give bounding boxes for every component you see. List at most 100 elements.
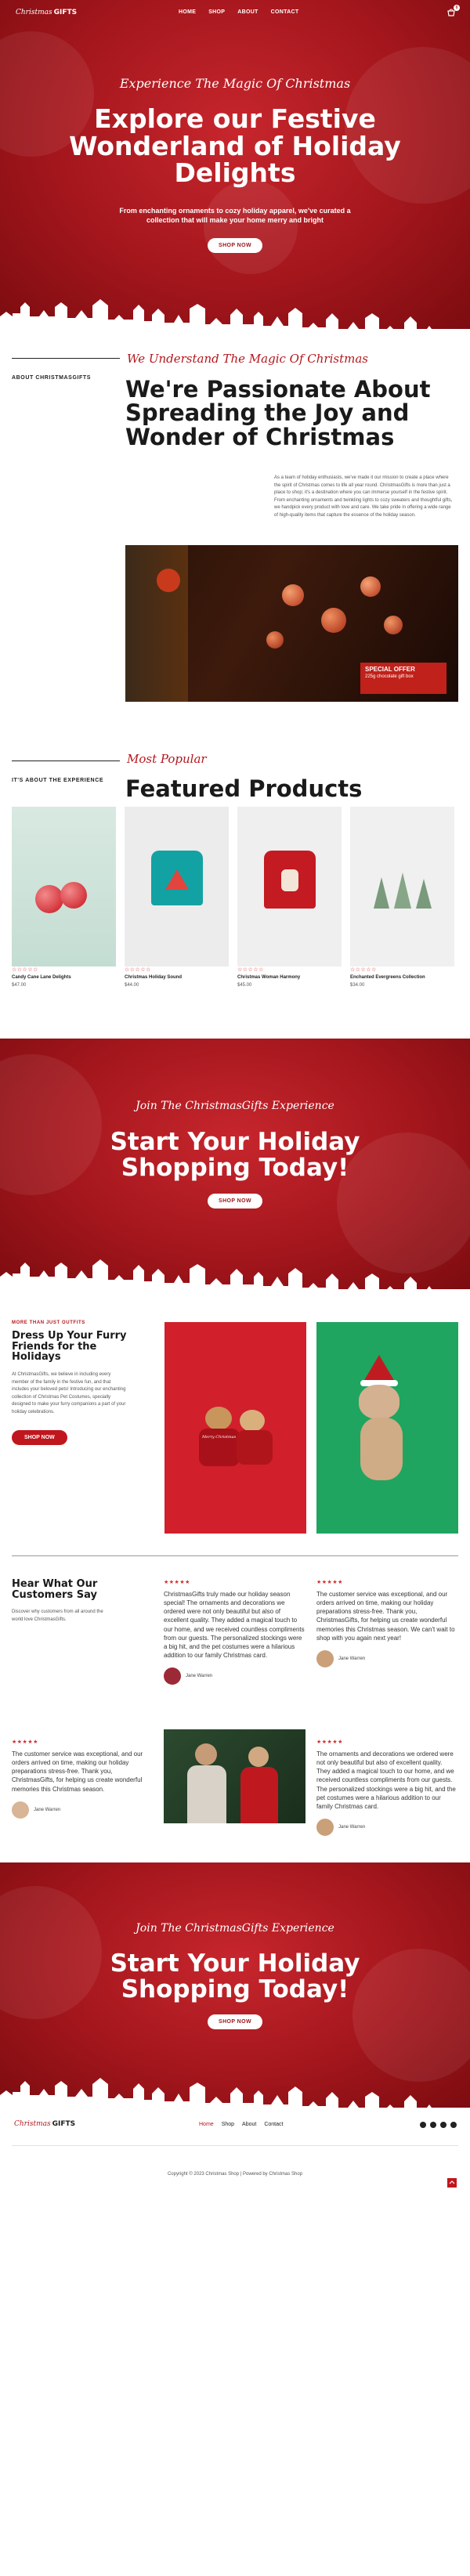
testimonial-author: Jane Warren [164,1667,305,1685]
testimonials-section: Hear What Our Customers Say Discover why… [0,1555,470,1862]
footer-nav-contact[interactable]: Contact [264,2122,283,2127]
pets-title-line-3: Holidays [12,1351,61,1364]
avatar [164,1667,181,1685]
featured-kicker: Most Popular [127,752,207,766]
pets-shop-now-button[interactable]: SHOP NOW [12,1430,67,1445]
product-card[interactable]: ☆☆☆☆☆ Candy Cane Lane Delights $47.00 [12,807,116,988]
pets-title-line-1: Dress Up Your Furry [12,1330,127,1342]
nav-contact[interactable]: CONTACT [271,9,299,15]
nav-shop[interactable]: SHOP [208,9,225,15]
hero-subtitle-line-1: From enchanting ornaments to cozy holida… [119,207,351,215]
logo-bold: GIFTS [53,9,78,16]
site-logo[interactable]: Christmas GIFTS [16,9,77,16]
product-price: $44.00 [125,983,139,988]
hero-title: Explore our Festive Wonderland of Holida… [0,103,470,189]
testimonial-text: The customer service was exceptional, an… [12,1750,143,1793]
product-price: $34.00 [350,983,365,988]
featured-title: Featured Products [125,775,363,802]
youtube-icon[interactable] [450,2122,457,2128]
author-name: Jane Warren [34,1807,61,1812]
twitter-icon[interactable] [440,2122,446,2128]
footer-nav-about[interactable]: About [242,2122,256,2127]
pet-sweater-text: Merry Christmas [199,1429,240,1466]
hero-subtitle: From enchanting ornaments to cozy holida… [0,207,470,225]
logo-script: Christmas [16,9,52,16]
footer-logo[interactable]: Christmas GIFTS [14,2120,75,2128]
pets-label: MORE THAN JUST OUTFITS [12,1321,85,1325]
cta-title-line-2: Shopping Today! [121,1974,349,2003]
scroll-top-button[interactable] [447,2178,457,2188]
pets-section: MORE THAN JUST OUTFITS Dress Up Your Fur… [0,1289,470,1555]
product-image[interactable] [125,807,229,966]
author-name: Jane Warren [186,1674,213,1679]
hero-title-line-1: Explore our Festive [94,103,376,134]
about-kicker: We Understand The Magic Of Christmas [127,352,368,366]
facebook-icon[interactable] [420,2122,426,2128]
cta-kicker: Join The ChristmasGifts Experience [136,1922,334,1935]
logo-bold: GIFTS [52,2120,76,2128]
product-price: $47.00 [12,983,27,988]
cart-count: 0 [454,5,460,11]
product-image[interactable] [12,807,116,966]
product-name[interactable]: Christmas Woman Harmony [237,975,342,981]
testimonial-card: ★★★★★ The customer service was exception… [12,1739,153,1819]
testimonial-stars: ★★★★★ [164,1580,190,1585]
copyright: Copyright © 2023 Christmas Shop | Powere… [167,2172,303,2177]
about-image: SPECIAL OFFER 225g chocolate gift box [125,545,458,702]
cta-title: Start Your Holiday Shopping Today! [0,1951,470,2002]
product-price: $45.00 [237,983,252,988]
cart-button[interactable]: 0 [446,5,460,17]
testimonials-title-line-2: Customers Say [12,1588,97,1601]
about-title: We're Passionate About Spreading the Joy… [125,376,431,450]
product-name[interactable]: Christmas Holiday Sound [125,975,229,981]
cta-shop-now-button[interactable]: SHOP NOW [208,1194,262,1209]
town-silhouette [0,299,442,329]
footer-nav-shop[interactable]: Shop [222,2122,234,2127]
nav-home[interactable]: HOME [179,9,196,15]
cta-section: Join The ChristmasGifts Experience Start… [0,1039,470,1289]
testimonials-title: Hear What Our Customers Say [12,1579,97,1600]
author-name: Jane Warren [338,1656,366,1661]
social-links [420,2122,457,2128]
cta-kicker: Join The ChristmasGifts Experience [136,1100,334,1112]
hero-subtitle-line-2: collection that will make your home merr… [146,215,324,224]
logo-script: Christmas [14,2120,51,2128]
hero-section: Christmas GIFTS HOME SHOP ABOUT CONTACT … [0,0,470,329]
cta-title-line-1: Start Your Holiday [110,1949,360,1978]
testimonial-card: ★★★★★ The customer service was exception… [316,1579,457,1667]
testimonial-card: ★★★★★ ChristmasGifts truly made our holi… [164,1579,305,1685]
featured-label: IT'S ABOUT THE EXPERIENCE [12,778,104,783]
testimonials-title-line-1: Hear What Our [12,1578,98,1590]
pet-image-dogs: Merry Christmas [164,1322,306,1534]
about-label: ABOUT CHRISTMASGIFTS [12,375,92,381]
pet-image-bulldog [316,1322,458,1534]
product-image[interactable] [237,807,342,966]
top-nav: Christmas GIFTS HOME SHOP ABOUT CONTACT … [0,0,470,27]
product-name[interactable]: Candy Cane Lane Delights [12,975,116,981]
product-name[interactable]: Enchanted Evergreens Collection [350,975,454,981]
instagram-icon[interactable] [430,2122,436,2128]
hero-title-line-3: Delights [174,157,296,189]
about-title-line-1: We're Passionate About [125,376,431,403]
testimonial-author: Jane Warren [316,1819,457,1837]
testimonial-stars: ★★★★★ [316,1580,343,1585]
product-card[interactable]: ☆☆☆☆☆ Enchanted Evergreens Collection $3… [350,807,454,988]
hero-kicker: Experience The Magic Of Christmas [119,76,351,91]
avatar [316,1819,334,1837]
product-card[interactable]: ☆☆☆☆☆ Christmas Holiday Sound $44.00 [125,807,229,988]
footer: Christmas GIFTS Home Shop About Contact … [0,2108,470,2195]
footer-nav-home[interactable]: Home [199,2122,214,2127]
testimonial-card: ★★★★★ The ornaments and decorations we o… [316,1739,457,1837]
hero-shop-now-button[interactable]: SHOP NOW [208,238,262,253]
product-rating: ☆☆☆☆☆ [350,967,377,973]
avatar [12,1801,29,1819]
main-menu: HOME SHOP ABOUT CONTACT [179,9,298,15]
cta-shop-now-button[interactable]: SHOP NOW [208,2014,262,2029]
scroll-top-icon [449,2180,455,2184]
about-title-line-2: Spreading the Joy and [125,399,410,427]
nav-about[interactable]: ABOUT [237,9,258,15]
product-card[interactable]: ☆☆☆☆☆ Christmas Woman Harmony $45.00 [237,807,342,988]
footer-nav: Home Shop About Contact [199,2122,283,2127]
pets-title-line-2: Friends for the [12,1340,97,1353]
product-image[interactable] [350,807,454,966]
